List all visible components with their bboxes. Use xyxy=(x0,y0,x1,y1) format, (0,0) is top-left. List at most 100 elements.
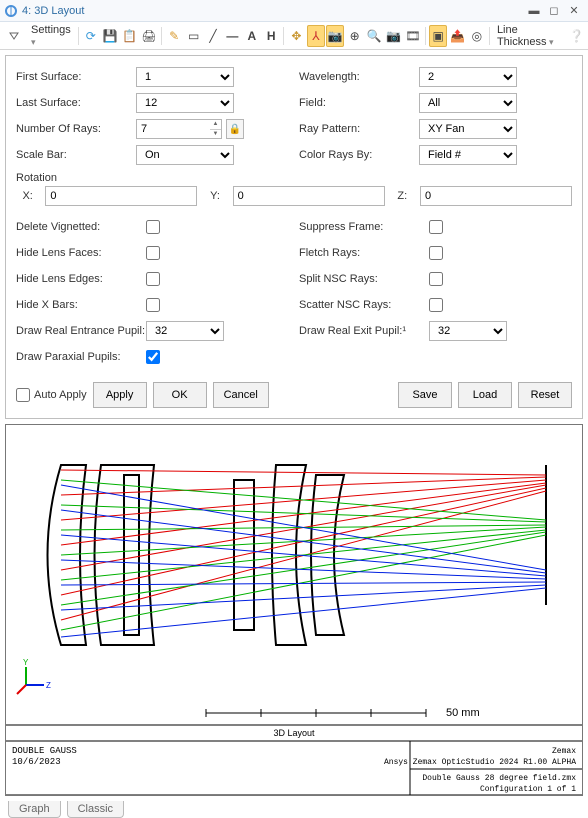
plot-caption: 3D Layout xyxy=(273,728,315,738)
print-icon[interactable]: 🖨 xyxy=(140,25,158,47)
help-icon[interactable]: ❔ xyxy=(568,25,586,47)
info-left-1: DOUBLE GAUSS xyxy=(12,746,77,756)
draw-paraxial-label: Draw Paraxial Pupils: xyxy=(16,351,146,363)
rotation-label: Rotation xyxy=(16,172,572,184)
scatter-nsc-label: Scatter NSC Rays: xyxy=(299,299,429,311)
info-right-2: Ansys Zemax OpticStudio 2024 R1.00 ALPHA xyxy=(384,758,576,767)
hide-lens-faces-label: Hide Lens Faces: xyxy=(16,247,146,259)
window-title: 4: 3D Layout xyxy=(22,5,524,17)
rays-lock-icon[interactable]: 🔒 xyxy=(226,119,244,139)
collapse-settings-button[interactable] xyxy=(2,30,26,42)
separator xyxy=(161,27,162,45)
line-thickness-dropdown[interactable]: Line Thickness xyxy=(493,24,567,48)
camera-rotate-icon[interactable]: 📷 xyxy=(326,25,344,47)
tab-graph[interactable]: Graph xyxy=(8,801,61,818)
number-of-rays-input[interactable] xyxy=(136,119,210,139)
text-a-icon[interactable]: A xyxy=(243,25,261,47)
auto-apply-checkbox[interactable] xyxy=(16,388,30,402)
draw-real-exit-select[interactable]: 32 xyxy=(429,321,507,341)
auto-apply-label[interactable]: Auto Apply xyxy=(16,388,87,402)
hide-x-bars-label: Hide X Bars: xyxy=(16,299,146,311)
scatter-nsc-checkbox[interactable] xyxy=(429,298,443,312)
ok-button[interactable]: OK xyxy=(153,382,207,408)
split-nsc-label: Split NSC Rays: xyxy=(299,273,429,285)
separator xyxy=(425,27,426,45)
last-surface-label: Last Surface: xyxy=(16,97,136,109)
separator xyxy=(489,27,490,45)
close-button[interactable]: ✕ xyxy=(564,2,584,20)
rot-z-label: Z: xyxy=(391,190,414,202)
scale-bar-label: Scale Bar: xyxy=(16,149,136,161)
suppress-frame-label: Suppress Frame: xyxy=(299,221,429,233)
save-button[interactable]: Save xyxy=(398,382,452,408)
title-bar: 4: 3D Layout ▬ ◻ ✕ xyxy=(0,0,588,22)
fletch-rays-checkbox[interactable] xyxy=(429,246,443,260)
rot-y-label: Y: xyxy=(203,190,226,202)
maximize-button[interactable]: ◻ xyxy=(544,2,564,20)
load-button[interactable]: Load xyxy=(458,382,512,408)
draw-real-entrance-select[interactable]: 32 xyxy=(146,321,224,341)
app-icon xyxy=(4,4,18,18)
hide-x-bars-checkbox[interactable] xyxy=(146,298,160,312)
first-surface-select[interactable]: 1 xyxy=(136,67,234,87)
fletch-rays-label: Fletch Rays: xyxy=(299,247,429,259)
number-of-rays-label: Number Of Rays: xyxy=(16,123,136,135)
separator xyxy=(78,27,79,45)
refresh-icon[interactable]: ⟳ xyxy=(82,25,100,47)
zoom-tool-icon[interactable]: ⊕ xyxy=(345,25,363,47)
search-icon[interactable]: 🔍 xyxy=(365,25,383,47)
rot-x-label: X: xyxy=(16,190,39,202)
ray-pattern-select[interactable]: XY Fan xyxy=(419,119,517,139)
film-icon[interactable]: 🎞 xyxy=(404,25,422,47)
rays-spinner[interactable]: ▲▼ xyxy=(210,119,222,139)
export-icon[interactable]: 📤 xyxy=(448,25,466,47)
color-rays-by-select[interactable]: Field # xyxy=(419,145,517,165)
pan-icon[interactable]: ✥ xyxy=(287,25,305,47)
rect-icon[interactable]: ▭ xyxy=(184,25,202,47)
last-surface-select[interactable]: 12 xyxy=(136,93,234,113)
pencil-icon[interactable]: ✎ xyxy=(165,25,183,47)
toolbar: Settings ⟳ 💾 📋 🖨 ✎ ▭ ╱ — A H ✥ ⅄ 📷 ⊕ 🔍 📷… xyxy=(0,22,588,50)
reset-button[interactable]: Reset xyxy=(518,382,572,408)
rot-x-input[interactable] xyxy=(45,186,197,206)
cancel-button[interactable]: Cancel xyxy=(213,382,269,408)
text-h-icon[interactable]: H xyxy=(262,25,280,47)
hide-lens-faces-checkbox[interactable] xyxy=(146,246,160,260)
svg-text:Z: Z xyxy=(46,681,51,690)
hide-lens-edges-checkbox[interactable] xyxy=(146,272,160,286)
snapshot-icon[interactable]: 📷 xyxy=(384,25,402,47)
footer-tabs: Graph Classic xyxy=(0,801,588,818)
delete-vignetted-checkbox[interactable] xyxy=(146,220,160,234)
rot-y-input[interactable] xyxy=(233,186,385,206)
settings-dropdown[interactable]: Settings xyxy=(27,24,75,48)
draw-real-entrance-label: Draw Real Entrance Pupil: xyxy=(16,325,146,337)
wavelength-select[interactable]: 2 xyxy=(419,67,517,87)
svg-text:Y: Y xyxy=(23,658,29,667)
scale-bar-select[interactable]: On xyxy=(136,145,234,165)
save-icon[interactable]: 💾 xyxy=(101,25,119,47)
field-select[interactable]: All xyxy=(419,93,517,113)
layout-plot[interactable]: Y Z 50 mm 3D Layout DOUBLE GAUSS 10/6/20… xyxy=(6,425,582,795)
split-nsc-checkbox[interactable] xyxy=(429,272,443,286)
axes-icon[interactable]: ⅄ xyxy=(307,25,325,47)
fit-window-icon[interactable]: ▣ xyxy=(429,25,447,47)
suppress-frame-checkbox[interactable] xyxy=(429,220,443,234)
copy-icon[interactable]: 📋 xyxy=(120,25,138,47)
tab-classic[interactable]: Classic xyxy=(67,801,124,818)
rot-z-input[interactable] xyxy=(420,186,572,206)
hide-lens-edges-label: Hide Lens Edges: xyxy=(16,273,146,285)
scale-bar-label: 50 mm xyxy=(446,707,480,719)
info-left-2: 10/6/2023 xyxy=(12,757,61,767)
auto-apply-text: Auto Apply xyxy=(34,389,87,401)
draw-real-exit-label: Draw Real Exit Pupil:¹ xyxy=(299,325,429,337)
delete-vignetted-label: Delete Vignetted: xyxy=(16,221,146,233)
minimize-button[interactable]: ▬ xyxy=(524,2,544,20)
first-surface-label: First Surface: xyxy=(16,71,136,83)
apply-button[interactable]: Apply xyxy=(93,382,147,408)
segment-icon[interactable]: — xyxy=(223,25,241,47)
line-icon[interactable]: ╱ xyxy=(204,25,222,47)
separator xyxy=(283,27,284,45)
info-right-4: Configuration 1 of 1 xyxy=(480,785,576,794)
draw-paraxial-checkbox[interactable] xyxy=(146,350,160,364)
target-icon[interactable]: ◎ xyxy=(468,25,486,47)
